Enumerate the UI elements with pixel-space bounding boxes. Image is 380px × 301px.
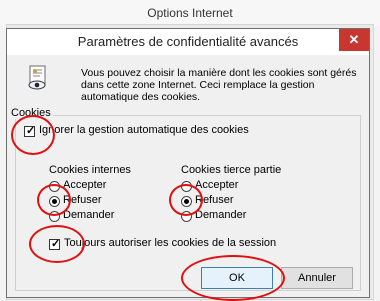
first-party-refuse-label: Refuser xyxy=(63,194,102,206)
first-party-accept-radio[interactable] xyxy=(49,181,60,192)
third-party-refuse-label: Refuser xyxy=(195,194,234,206)
first-party-heading: Cookies internes xyxy=(49,164,131,176)
cancel-button[interactable]: Annuler xyxy=(281,267,353,289)
first-party-ask-radio[interactable] xyxy=(49,211,60,222)
session-cookies-label: Toujours autoriser les cookies de la ses… xyxy=(64,237,277,249)
third-party-accept-radio[interactable] xyxy=(181,181,192,192)
background-window-title: Options Internet xyxy=(0,0,380,26)
privacy-document-eye-icon xyxy=(28,65,46,90)
override-automatic-checkbox[interactable]: ✓ xyxy=(24,125,36,137)
first-party-refuse-radio[interactable] xyxy=(49,196,60,207)
dialog-title: Paramètres de confidentialité avancés xyxy=(77,34,299,49)
dialog-titlebar: Paramètres de confidentialité avancés ✕ xyxy=(7,29,369,55)
close-icon: ✕ xyxy=(348,32,360,47)
first-party-accept-label: Accepter xyxy=(63,179,107,191)
third-party-ask-radio[interactable] xyxy=(181,211,192,222)
third-party-ask-label: Demander xyxy=(195,209,247,221)
third-party-refuse-radio[interactable] xyxy=(181,196,192,207)
session-cookies-checkbox[interactable]: ✓ xyxy=(49,238,61,250)
checkmark-icon: ✓ xyxy=(26,125,36,137)
third-party-heading: Cookies tierce partie xyxy=(181,164,282,176)
privacy-settings-dialog: Paramètres de confidentialité avancés ✕ … xyxy=(6,28,370,301)
override-automatic-label: Ignorer la gestion automatique des cooki… xyxy=(39,124,249,136)
close-button[interactable]: ✕ xyxy=(339,29,369,51)
cookies-group-label: Cookies xyxy=(9,107,53,119)
checkmark-icon: ✓ xyxy=(51,238,61,250)
intro-text: Vous pouvez choisir la manière dont les … xyxy=(81,67,357,103)
third-party-accept-label: Accepter xyxy=(195,179,239,191)
first-party-ask-label: Demander xyxy=(63,209,115,221)
ok-button[interactable]: OK xyxy=(201,267,273,289)
